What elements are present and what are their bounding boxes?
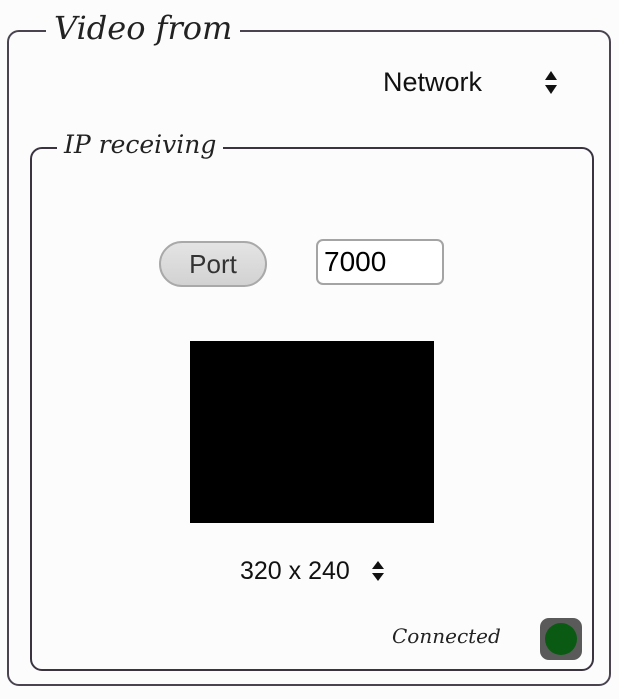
connection-status-label: Connected bbox=[392, 624, 501, 648]
ip-receiving-title: IP receiving bbox=[57, 126, 224, 164]
video-source-value: Network bbox=[382, 66, 482, 97]
video-source-menu[interactable]: Network bbox=[320, 58, 560, 106]
connection-status-led bbox=[540, 618, 582, 660]
patcher-panel: Video from Network IP receiving Port 320… bbox=[0, 0, 619, 699]
up-down-arrows-icon bbox=[542, 66, 560, 98]
resolution-value: 320 x 240 bbox=[240, 556, 350, 585]
video-from-title: Video from bbox=[46, 6, 241, 50]
video-preview bbox=[190, 341, 434, 523]
status-indicator-icon bbox=[545, 623, 577, 655]
port-button[interactable]: Port bbox=[159, 241, 267, 287]
port-number-field[interactable] bbox=[316, 239, 444, 285]
up-down-arrows-icon bbox=[370, 557, 386, 585]
resolution-menu[interactable]: 320 x 240 bbox=[240, 552, 386, 590]
